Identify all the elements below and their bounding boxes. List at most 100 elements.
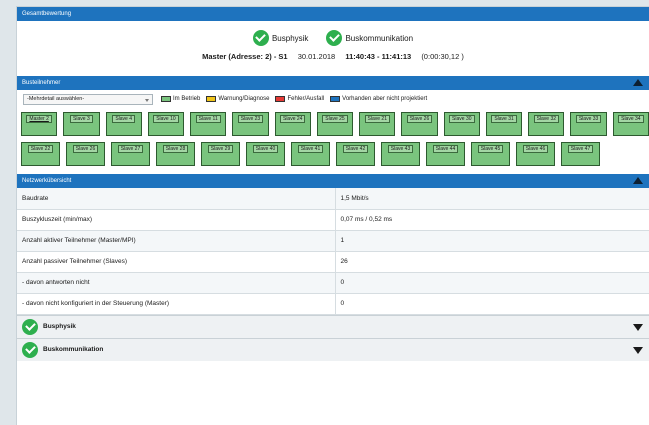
slave-tile-label: Slave 22 xyxy=(27,145,54,153)
slave-tile[interactable]: Slave 40 xyxy=(246,142,285,166)
slave-tile-label: Slave 4 xyxy=(112,115,135,123)
slave-tile[interactable]: Slave 4 xyxy=(105,112,142,136)
slave-tile-label: Slave 30 xyxy=(449,115,475,123)
slave-tile[interactable]: Slave 41 xyxy=(291,142,330,166)
master-address: Master (Adresse: 2) - S1 xyxy=(202,52,288,61)
slave-tile[interactable]: Slave 3 xyxy=(63,112,100,136)
slave-tile[interactable]: Slave 47 xyxy=(561,142,600,166)
busphysik-accordion-label: Busphysik xyxy=(43,323,76,330)
slave-tile-label: Slave 40 xyxy=(252,145,279,153)
status-line: Busphysik Buskommunikation xyxy=(17,29,649,47)
master-info: Master (Adresse: 2) - S1 30.01.2018 11:4… xyxy=(17,52,649,61)
slave-tile[interactable]: Slave 44 xyxy=(426,142,465,166)
row-value: 1 xyxy=(335,230,649,252)
slave-tile[interactable]: Slave 28 xyxy=(156,142,195,166)
legend-item: Warnung/Diagnose xyxy=(206,96,269,102)
slave-tile-label: Slave 42 xyxy=(342,145,369,153)
slave-tile-label: Slave 45 xyxy=(477,145,504,153)
slave-tile-label: Slave 21 xyxy=(364,115,390,123)
gesamtbewertung-body: Busphysik Buskommunikation Master (Adres… xyxy=(17,21,649,76)
netzwerk-title: Netzwerkübersicht xyxy=(22,178,72,184)
slave-tile[interactable]: Slave 42 xyxy=(336,142,375,166)
buskommunikation-accordion[interactable]: Buskommunikation xyxy=(17,337,649,361)
slave-tile-label: Slave 10 xyxy=(153,115,179,123)
slave-tile[interactable]: Slave 34 xyxy=(612,112,649,136)
slave-tile[interactable]: Slave 32 xyxy=(528,112,565,136)
master-tile[interactable]: Master 2 xyxy=(21,112,58,136)
collapse-up-icon[interactable] xyxy=(633,177,643,184)
slave-tile-label: Slave 28 xyxy=(162,145,189,153)
slave-tile[interactable]: Slave 24 xyxy=(274,112,311,136)
expand-down-icon[interactable] xyxy=(633,323,643,331)
slave-tile-label: Slave 46 xyxy=(522,145,549,153)
slave-tile[interactable]: Slave 29 xyxy=(201,142,240,166)
slave-tile[interactable]: Slave 33 xyxy=(570,112,607,136)
slave-tile-label: Slave 26 xyxy=(406,115,433,123)
table-row: Anzahl passiver Teilnehmer (Slaves) 26 xyxy=(17,251,649,273)
slave-tile-label: Slave 34 xyxy=(618,115,644,123)
legend-item: Vorhanden aber nicht projektiert xyxy=(330,96,427,102)
check-icon xyxy=(22,341,38,358)
table-row: Anzahl aktiver Teilnehmer (Master/MPI) 1 xyxy=(17,230,649,252)
legend-item: Im Betrieb xyxy=(161,96,200,102)
row-label: - davon nicht konfiguriert in der Steuer… xyxy=(17,293,336,315)
slave-tile[interactable]: Slave 21 xyxy=(359,112,396,136)
status-buskommunikation: Buskommunikation xyxy=(326,30,413,46)
collapse-up-icon[interactable] xyxy=(633,79,643,86)
diagnostic-panel: Gesamtbewertung Busphysik Buskommunikati… xyxy=(16,6,649,425)
slave-tile-label: Slave 33 xyxy=(575,115,602,123)
table-row: - davon nicht konfiguriert in der Steuer… xyxy=(17,293,649,315)
slave-tile[interactable]: Slave 45 xyxy=(471,142,510,166)
slave-tile[interactable]: Slave 30 xyxy=(443,112,480,136)
table-row: Buszykluszeit (min/max) 0,07 ms / 0,52 ms xyxy=(17,209,649,231)
slave-tile-label: Slave 26 xyxy=(72,145,99,153)
slave-tile[interactable]: Slave 46 xyxy=(516,142,555,166)
table-row: Baudrate 1,5 Mbit/s xyxy=(17,188,649,210)
row-value: 0,07 ms / 0,52 ms xyxy=(335,209,649,231)
slave-tile[interactable]: Slave 26 xyxy=(66,142,105,166)
buskommunikation-accordion-label: Buskommunikation xyxy=(43,346,104,353)
slave-tile-label: Slave 44 xyxy=(432,145,459,153)
legend-swatch xyxy=(275,96,286,102)
gesamtbewertung-header: Gesamtbewertung xyxy=(17,7,649,21)
busteilnehmer-header[interactable]: Busteilnehmer xyxy=(17,76,649,90)
row-value: 0 xyxy=(335,272,649,294)
slave-tile[interactable]: Slave 22 xyxy=(21,142,60,166)
legend-label: Im Betrieb xyxy=(173,96,201,102)
status-busphysik-label: Busphysik xyxy=(271,33,309,43)
slave-tile-label: Slave 25 xyxy=(322,115,348,123)
slave-tile-label: Slave 27 xyxy=(117,145,144,153)
netzwerk-header[interactable]: Netzwerkübersicht xyxy=(17,174,649,188)
slave-tile-label: Slave 31 xyxy=(491,115,517,123)
busteilnehmer-title: Busteilnehmer xyxy=(22,80,61,86)
slave-tile-label: Slave 11 xyxy=(195,115,221,123)
slave-tile[interactable]: Slave 43 xyxy=(381,142,420,166)
row-value: 26 xyxy=(335,251,649,273)
slave-tile[interactable]: Slave 10 xyxy=(147,112,185,136)
slave-tile[interactable]: Slave 25 xyxy=(316,112,354,136)
row-label: Baudrate xyxy=(17,188,336,210)
slave-tile[interactable]: Slave 27 xyxy=(111,142,150,166)
legend-label: Warnung/Diagnose xyxy=(218,96,270,102)
slave-tile-label: Master 2 xyxy=(26,115,52,123)
slave-grid: Master 2 Slave 3 Slave 4 Slave 10 Slave 11 Sl… xyxy=(17,108,649,174)
slave-tile[interactable]: Slave 23 xyxy=(232,112,269,136)
slave-tile-label: Slave 24 xyxy=(279,115,306,123)
busphysik-accordion[interactable]: Busphysik xyxy=(17,314,649,338)
row-value: 1,5 Mbit/s xyxy=(335,188,649,210)
slave-tile[interactable]: Slave 31 xyxy=(485,112,523,136)
slave-row-1: Master 2 Slave 3 Slave 4 Slave 10 Slave 11 Sl… xyxy=(21,112,649,136)
slave-tile[interactable]: Slave 26 xyxy=(401,112,438,136)
slave-tile-label: Slave 32 xyxy=(533,115,560,123)
measurement-duration: (0:00:30,12 ) xyxy=(421,52,464,61)
row-label: Anzahl aktiver Teilnehmer (Master/MPI) xyxy=(17,230,336,252)
slave-tile-label: Slave 3 xyxy=(70,115,93,123)
slave-tile-label: Slave 29 xyxy=(207,145,234,153)
expand-down-icon[interactable] xyxy=(633,346,643,354)
detail-select[interactable]: -Mehrdetail auswählen- xyxy=(23,93,153,105)
slave-tile[interactable]: Slave 11 xyxy=(190,112,227,136)
slave-tile-label: Slave 41 xyxy=(297,145,324,153)
legend-label: Vorhanden aber nicht projektiert xyxy=(342,96,428,102)
gesamtbewertung-title: Gesamtbewertung xyxy=(22,11,72,17)
measurement-date: 30.01.2018 xyxy=(297,52,336,61)
